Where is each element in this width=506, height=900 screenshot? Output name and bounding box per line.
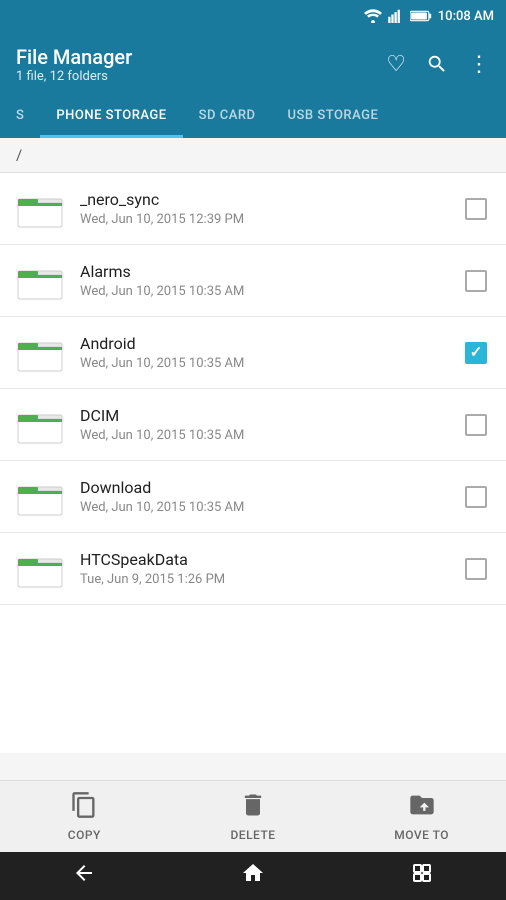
checkbox[interactable] (465, 558, 487, 580)
checkbox-container[interactable] (462, 339, 490, 367)
breadcrumb: / (0, 138, 506, 173)
file-date: Wed, Jun 10, 2015 10:35 AM (80, 284, 454, 299)
delete-button[interactable]: DELETE (169, 781, 338, 852)
checkbox-container[interactable] (462, 411, 490, 439)
checkbox[interactable] (465, 198, 487, 220)
file-name: Download (80, 478, 454, 497)
file-info: Download Wed, Jun 10, 2015 10:35 AM (80, 478, 454, 515)
file-info: HTCSpeakData Tue, Jun 9, 2015 1:26 PM (80, 550, 454, 587)
checkbox-container[interactable] (462, 267, 490, 295)
signal-icon (388, 9, 404, 23)
tab-sd-card[interactable]: SD CARD (183, 96, 272, 138)
file-info: _nero_sync Wed, Jun 10, 2015 12:39 PM (80, 190, 454, 227)
tab-usb-storage[interactable]: USB STORAGE (272, 96, 395, 138)
checkbox-container[interactable] (462, 483, 490, 511)
wifi-icon (364, 9, 382, 23)
checkbox[interactable] (465, 486, 487, 508)
copy-icon (70, 791, 98, 824)
status-icons: 10:08 AM (364, 9, 494, 24)
file-name: Android (80, 334, 454, 353)
file-date: Wed, Jun 10, 2015 12:39 PM (80, 212, 454, 227)
file-info: DCIM Wed, Jun 10, 2015 10:35 AM (80, 406, 454, 443)
file-name: HTCSpeakData (80, 550, 454, 569)
folder-icon (16, 549, 64, 589)
recents-icon[interactable] (410, 861, 434, 891)
app-bar-title: File Manager 1 file, 12 folders (16, 45, 132, 84)
app-bar: File Manager 1 file, 12 folders ♡ ⋮ (0, 32, 506, 96)
battery-icon (410, 10, 432, 22)
home-icon[interactable] (241, 861, 265, 891)
app-title: File Manager (16, 45, 132, 69)
tab-s[interactable]: S (0, 96, 40, 138)
file-date: Wed, Jun 10, 2015 10:35 AM (80, 356, 454, 371)
tab-bar: S PHONE STORAGE SD CARD USB STORAGE (0, 96, 506, 138)
nav-bar (0, 852, 506, 900)
checkbox[interactable] (465, 414, 487, 436)
delete-label: DELETE (230, 828, 275, 842)
folder-icon (16, 261, 64, 301)
copy-label: COPY (68, 828, 101, 842)
folder-icon (16, 477, 64, 517)
checkbox-checked[interactable] (465, 342, 487, 364)
file-date: Wed, Jun 10, 2015 10:35 AM (80, 428, 454, 443)
bottom-toolbar: COPY DELETE MOVE TO (0, 780, 506, 852)
checkbox[interactable] (465, 270, 487, 292)
search-icon[interactable] (426, 53, 448, 75)
file-list: _nero_sync Wed, Jun 10, 2015 12:39 PM Al… (0, 173, 506, 753)
status-bar: 10:08 AM (0, 0, 506, 32)
file-info: Android Wed, Jun 10, 2015 10:35 AM (80, 334, 454, 371)
status-time: 10:08 AM (438, 9, 494, 24)
back-icon[interactable] (72, 861, 96, 891)
folder-icon (16, 405, 64, 445)
list-item[interactable]: HTCSpeakData Tue, Jun 9, 2015 1:26 PM (0, 533, 506, 605)
file-info: Alarms Wed, Jun 10, 2015 10:35 AM (80, 262, 454, 299)
move-to-label: MOVE TO (394, 828, 449, 842)
file-date: Wed, Jun 10, 2015 10:35 AM (80, 500, 454, 515)
move-to-icon (408, 791, 436, 824)
app-subtitle: 1 file, 12 folders (16, 69, 132, 84)
move-to-button[interactable]: MOVE TO (337, 781, 506, 852)
list-item[interactable]: Alarms Wed, Jun 10, 2015 10:35 AM (0, 245, 506, 317)
tab-phone-storage[interactable]: PHONE STORAGE (40, 96, 182, 138)
more-options-icon[interactable]: ⋮ (468, 52, 490, 77)
favorite-icon[interactable]: ♡ (386, 52, 406, 77)
list-item[interactable]: Download Wed, Jun 10, 2015 10:35 AM (0, 461, 506, 533)
file-name: _nero_sync (80, 190, 454, 209)
folder-icon (16, 189, 64, 229)
delete-icon (239, 791, 267, 824)
file-name: DCIM (80, 406, 454, 425)
file-name: Alarms (80, 262, 454, 281)
copy-button[interactable]: COPY (0, 781, 169, 852)
list-item[interactable]: Android Wed, Jun 10, 2015 10:35 AM (0, 317, 506, 389)
checkbox-container[interactable] (462, 555, 490, 583)
list-item[interactable]: _nero_sync Wed, Jun 10, 2015 12:39 PM (0, 173, 506, 245)
folder-icon (16, 333, 64, 373)
file-date: Tue, Jun 9, 2015 1:26 PM (80, 572, 454, 587)
app-bar-actions: ♡ ⋮ (386, 52, 490, 77)
checkbox-container[interactable] (462, 195, 490, 223)
list-item[interactable]: DCIM Wed, Jun 10, 2015 10:35 AM (0, 389, 506, 461)
